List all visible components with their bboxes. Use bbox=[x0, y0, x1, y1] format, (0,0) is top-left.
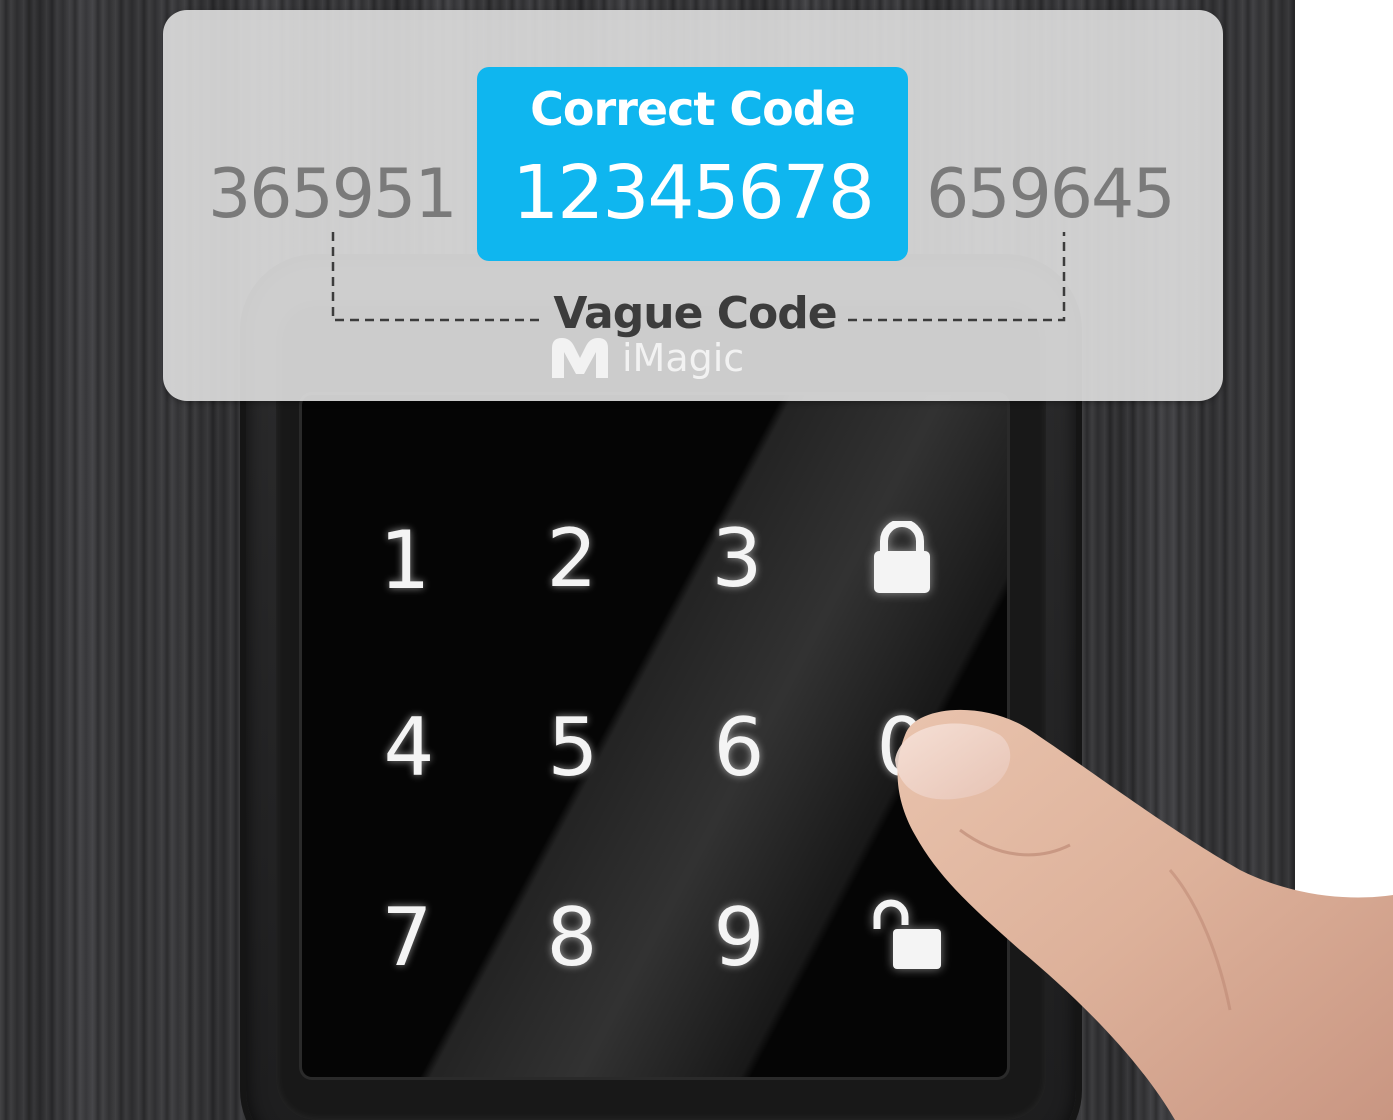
vague-code-bracket bbox=[331, 232, 1066, 322]
product-photo: 1 2 3 4 5 6 0 7 8 9 bbox=[0, 0, 1393, 1120]
vague-code-label: Vague Code bbox=[553, 288, 837, 339]
